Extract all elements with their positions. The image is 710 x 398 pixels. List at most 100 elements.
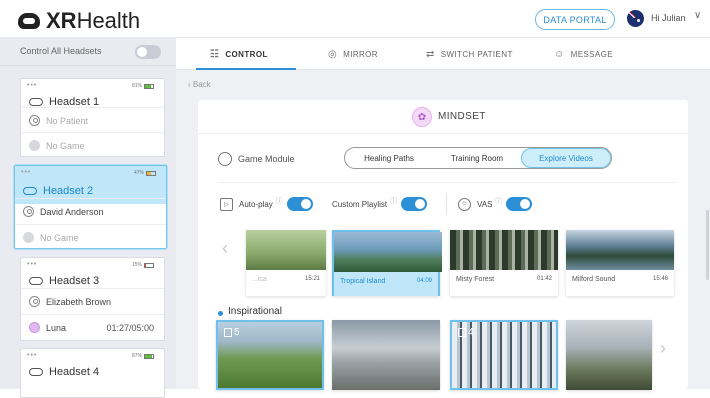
more-dots-icon[interactable]: ••• <box>27 352 37 359</box>
game-icon <box>23 232 34 243</box>
chat-icon: ☺ <box>554 48 565 60</box>
video-thumbnail <box>332 320 440 390</box>
video-title: Misty Forest <box>456 276 495 283</box>
app-header: XRHealth DATA PORTAL Hi Julian ∨ <box>0 0 710 38</box>
tab-mirror[interactable]: ◎ MIRROR <box>328 38 378 70</box>
headset-card-2[interactable]: ••• 47% Headset 2 David Anderson No Game <box>14 165 167 249</box>
person-icon <box>29 296 40 307</box>
video-card-inspirational-1[interactable]: 5 <box>216 320 324 390</box>
chevron-down-icon[interactable]: ∨ <box>694 10 701 21</box>
panel-title: MINDSET <box>438 111 486 122</box>
video-duration: 01:42 <box>536 276 552 282</box>
custom-playlist-label: Custom Playlist <box>332 199 388 209</box>
video-title: Milford Sound <box>572 276 616 283</box>
segment-training-room[interactable]: Training Room <box>433 148 521 168</box>
game-row[interactable]: No Game <box>15 224 166 250</box>
game-timer: 01:27/05:00 <box>106 322 154 333</box>
video-title: Tropical Island <box>340 278 386 285</box>
patient-name: Elizabeth Brown <box>46 296 112 307</box>
headset-card-3[interactable]: ••• 15% Headset 3 Elizabeth Brown Luna 01… <box>20 257 165 341</box>
video-thumbnail <box>566 230 674 270</box>
tab-bar: ☷ CONTROL ◎ MIRROR ⇄ SWITCH PATIENT ☺ MESSAG… <box>176 38 710 70</box>
patient-row[interactable]: No Patient <box>21 107 164 133</box>
video-duration: 15:46 <box>652 276 668 282</box>
patient-name: No Patient <box>46 115 89 126</box>
swap-icon: ⇄ <box>426 48 435 60</box>
segment-healing-paths[interactable]: Healing Paths <box>345 148 433 168</box>
video-card-milford-sound[interactable]: Milford Sound 15:46 <box>566 230 674 296</box>
carousel-left-arrow[interactable]: ‹ <box>222 238 228 259</box>
play-icon: ▷ <box>220 197 233 211</box>
video-duration: 15:21 <box>304 276 320 282</box>
autoplay-toggle[interactable] <box>286 197 313 211</box>
playlist-icon <box>224 328 232 337</box>
headset-sidebar: Control All Headsets ••• 81% Headset 1 N… <box>0 38 176 398</box>
segment-explore-videos[interactable]: Explore Videos <box>521 148 611 168</box>
patient-row[interactable]: David Anderson <box>15 198 166 224</box>
video-card-tropical-island[interactable]: Tropical Island 04:09 <box>332 230 442 296</box>
more-dots-icon[interactable]: ••• <box>21 169 31 176</box>
playlist-count-badge: 5 <box>224 327 240 338</box>
data-portal-button[interactable]: DATA PORTAL <box>535 9 615 30</box>
video-thumbnail <box>566 320 652 390</box>
info-icon[interactable]: ⓘ <box>495 196 502 206</box>
game-icon <box>29 140 40 151</box>
xrhealth-logo[interactable]: XRHealth <box>18 8 140 34</box>
tab-message[interactable]: ☺ MESSAGE <box>554 38 613 70</box>
vr-headset-icon <box>29 368 43 376</box>
battery-indicator: 47% <box>134 170 156 176</box>
video-duration: 04:09 <box>416 278 432 284</box>
game-module-selector: Healing Paths Training Room Explore Vide… <box>344 147 612 169</box>
game-name: No Game <box>40 232 79 243</box>
battery-icon <box>144 83 154 89</box>
game-module-label: Game Module <box>238 154 295 164</box>
headset-name: Headset 3 <box>49 275 100 287</box>
control-all-toggle[interactable] <box>135 45 161 59</box>
section-dot <box>218 311 223 316</box>
info-icon[interactable]: ⓘ <box>390 196 397 206</box>
headset-card-1[interactable]: ••• 81% Headset 1 No Patient No Game <box>20 78 165 157</box>
australia-flag-icon <box>627 10 644 27</box>
divider <box>446 193 447 215</box>
video-card-partial[interactable]: ...ica 15:21 <box>246 230 326 296</box>
tab-control[interactable]: ☷ CONTROL <box>196 38 296 70</box>
vr-headset-icon <box>29 98 43 106</box>
headset-card-4[interactable]: ••• 87% Headset 4 <box>20 348 165 398</box>
video-thumbnail <box>246 230 326 270</box>
game-name: Luna <box>46 322 67 333</box>
scrollbar[interactable] <box>706 210 709 280</box>
battery-icon <box>144 353 154 359</box>
game-name: No Game <box>46 140 85 151</box>
autoplay-label: Auto-play <box>239 199 273 209</box>
carousel-right-arrow[interactable]: › <box>660 338 666 359</box>
video-card-inspirational-2[interactable] <box>332 320 440 390</box>
more-dots-icon[interactable]: ••• <box>27 82 37 89</box>
person-icon <box>23 206 34 217</box>
video-card-inspirational-4[interactable] <box>566 320 652 390</box>
game-row[interactable]: No Game <box>21 132 164 158</box>
vas-toggle[interactable] <box>506 197 533 211</box>
tab-switch-patient[interactable]: ⇄ SWITCH PATIENT <box>426 38 513 70</box>
headset-name: Headset 4 <box>49 366 100 378</box>
battery-icon <box>146 170 156 176</box>
luna-game-icon <box>29 322 40 333</box>
vr-headset-icon <box>29 277 43 285</box>
game-row[interactable]: Luna 01:27/05:00 <box>21 314 164 340</box>
user-greeting[interactable]: Hi Julian <box>651 13 686 23</box>
autoplay-option: ▷ Auto-play ⓘ <box>220 196 313 212</box>
back-link[interactable]: ‹ Back <box>188 80 211 89</box>
custom-playlist-toggle[interactable] <box>401 197 428 211</box>
headset-name-row[interactable]: Headset 4 <box>21 359 164 385</box>
playlist-icon <box>458 328 466 337</box>
video-thumbnail <box>334 232 442 272</box>
more-dots-icon[interactable]: ••• <box>27 261 37 268</box>
patient-row[interactable]: Elizabeth Brown <box>21 288 164 314</box>
vr-headset-logo-icon <box>18 13 40 29</box>
sidebar-header: Control All Headsets <box>0 38 176 66</box>
vas-label: VAS <box>477 199 493 209</box>
mindset-panel: ✿ MINDSET Game Module Healing Paths Trai… <box>198 100 709 390</box>
video-card-misty-forest[interactable]: Misty Forest 01:42 <box>450 230 558 296</box>
video-card-inspirational-3[interactable]: 4 <box>450 320 558 390</box>
info-icon[interactable]: ⓘ <box>276 196 283 206</box>
person-icon <box>29 115 40 126</box>
